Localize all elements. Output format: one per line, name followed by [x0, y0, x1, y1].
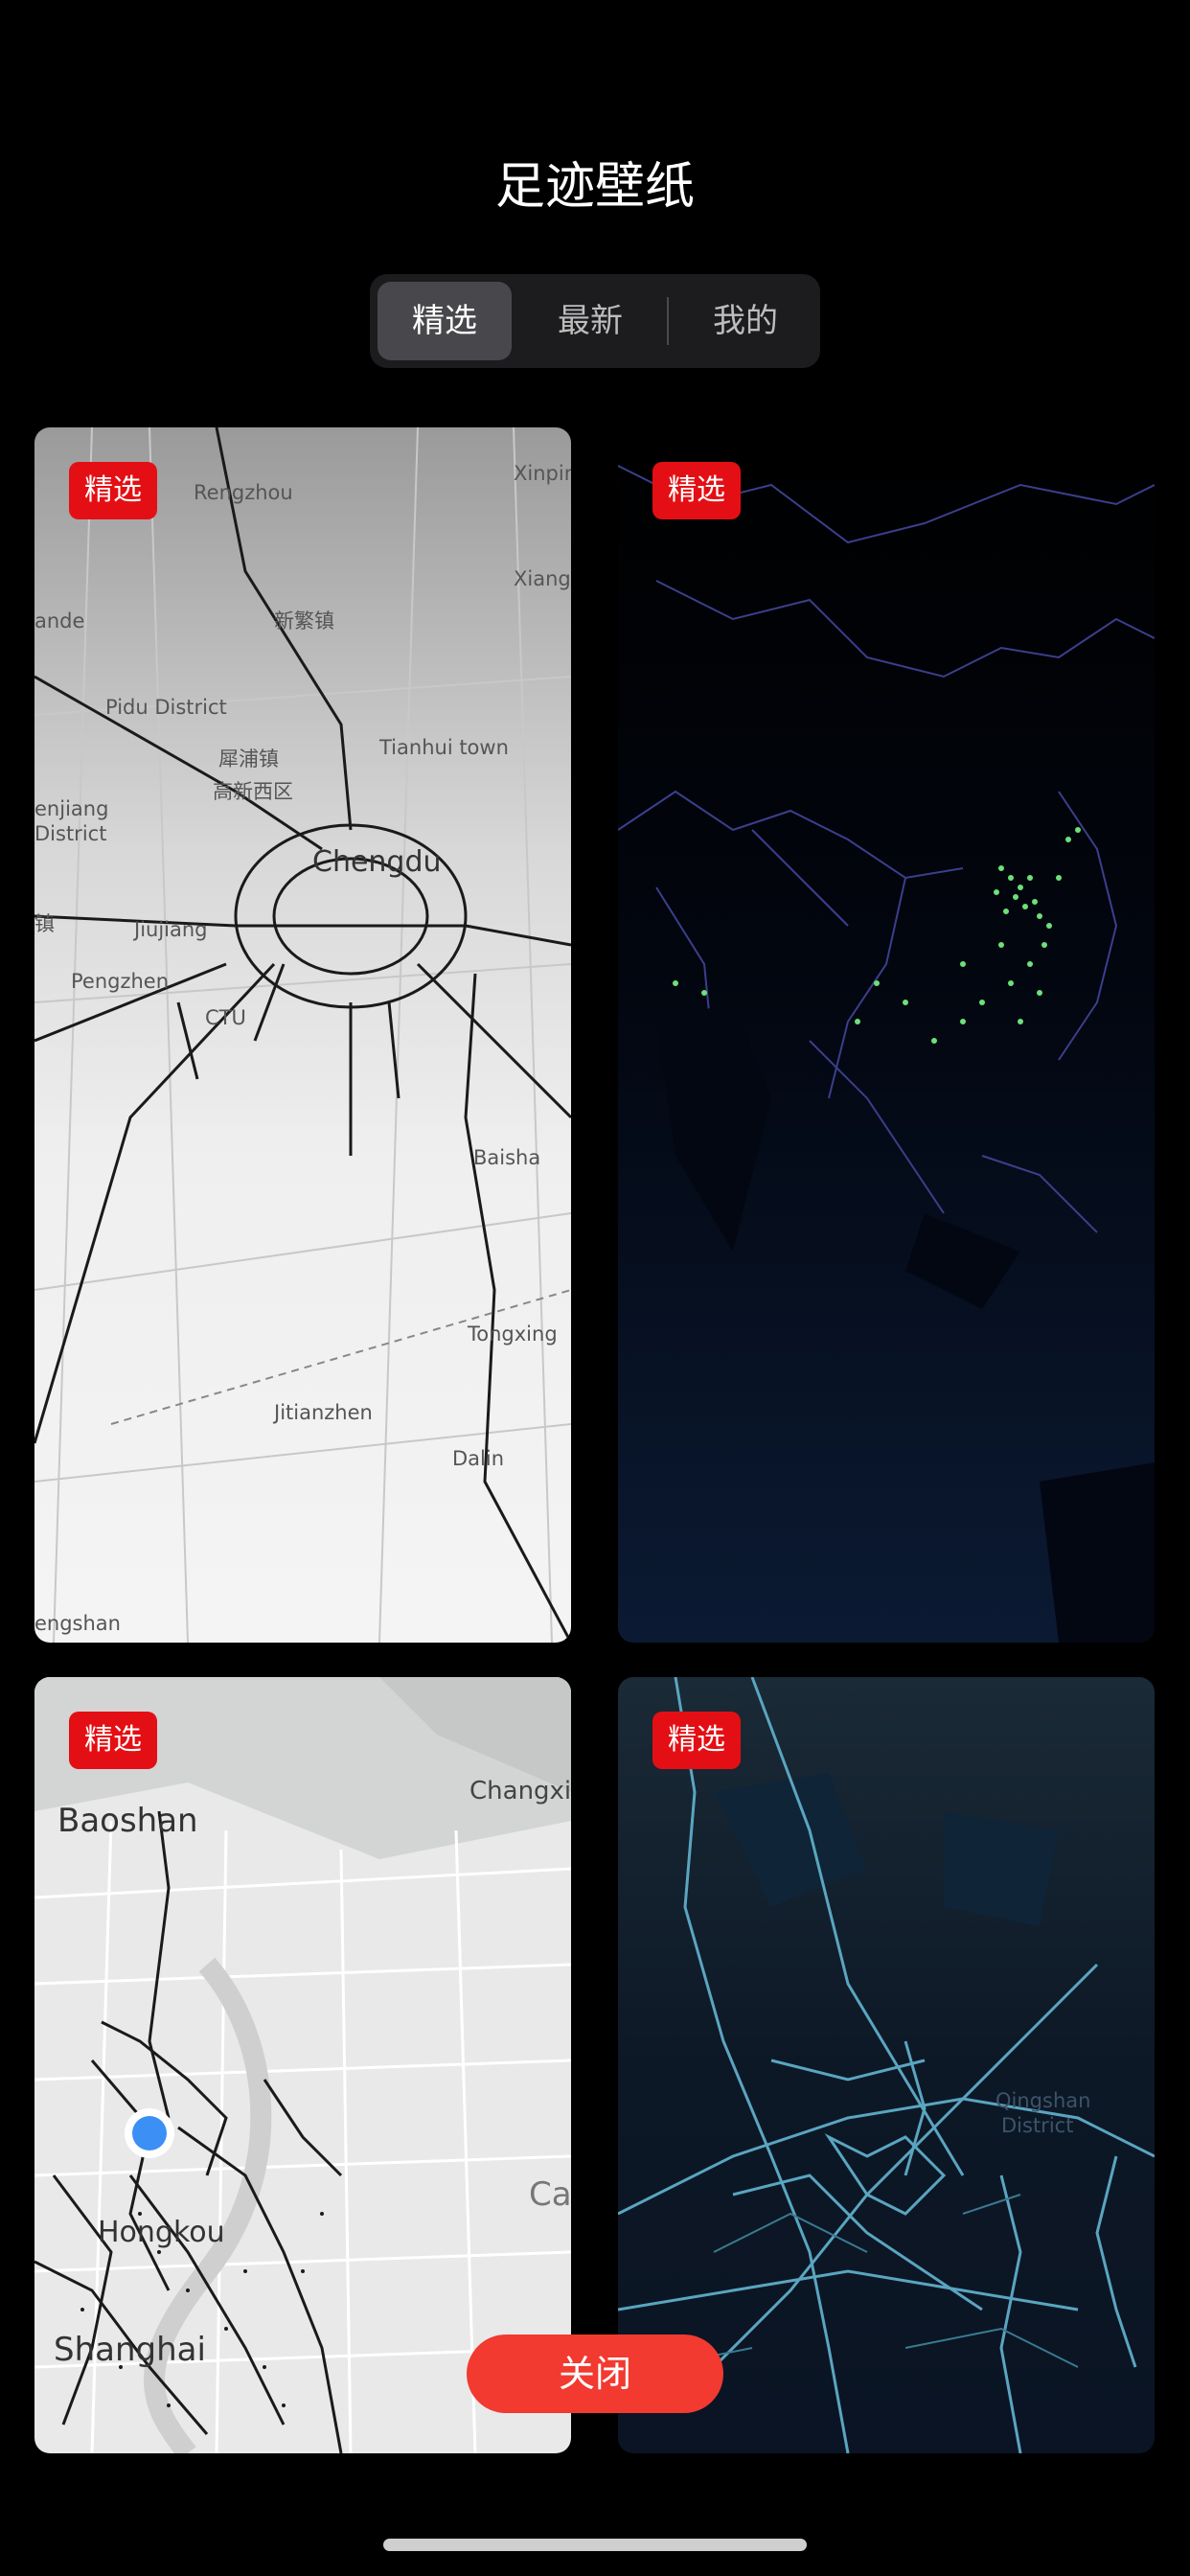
tab-latest[interactable]: 最新: [523, 282, 657, 360]
map-label: Pengzhen: [71, 970, 170, 993]
close-button[interactable]: 关闭: [467, 2334, 723, 2413]
map-label: Qingshan: [995, 2089, 1091, 2112]
featured-badge: 精选: [69, 1712, 157, 1769]
map-label: Chengdu: [312, 845, 442, 879]
map-label: Rengzhou: [194, 481, 293, 504]
wallpaper-card-chengdu[interactable]: 精选 Rengzhou Xinpin Xiangy 新繁镇 ande Pidu …: [34, 427, 571, 1643]
map-label: 高新西区: [213, 780, 293, 803]
map-label: Tianhui town: [379, 736, 509, 759]
map-label: CTU: [205, 1006, 246, 1029]
segmented-control: 精选 最新 我的: [370, 274, 820, 368]
map-label: District: [1001, 2114, 1074, 2137]
map-label: Jitianzhen: [274, 1401, 373, 1424]
map-label: Dalin: [452, 1447, 505, 1470]
map-label: Jiujiang: [134, 918, 208, 941]
asia-map-image: [618, 427, 1155, 1643]
map-label: Shanghai: [54, 2331, 206, 2369]
map-label: Baisha: [473, 1146, 541, 1169]
map-label: 犀浦镇: [218, 748, 279, 770]
map-label: ande: [34, 610, 85, 632]
map-label: Ca: [529, 2175, 571, 2214]
map-label: District: [34, 822, 107, 845]
segment-divider: [667, 297, 669, 345]
location-dot: [132, 2116, 167, 2150]
map-label: Tongxing: [468, 1322, 558, 1346]
wallpaper-card-asia[interactable]: 精选: [618, 427, 1155, 1643]
map-label: 镇: [34, 912, 55, 935]
map-label: Hongkou: [98, 2216, 225, 2249]
map-label: engshan: [34, 1612, 121, 1635]
map-label: 新繁镇: [274, 610, 334, 632]
map-label: Xinpin: [514, 462, 571, 485]
map-label: Changxi: [469, 1777, 571, 1806]
featured-badge: 精选: [69, 462, 157, 519]
featured-badge: 精选: [652, 462, 741, 519]
map-label: Pidu District: [105, 696, 227, 719]
home-indicator[interactable]: [383, 2539, 807, 2551]
map-label: enjiang: [34, 797, 109, 820]
tab-featured[interactable]: 精选: [378, 282, 512, 360]
page-title: 足迹壁纸: [494, 158, 695, 216]
tab-mine[interactable]: 我的: [678, 282, 812, 360]
map-label: Baoshan: [57, 1802, 198, 1840]
map-label: Xiangy: [514, 567, 571, 590]
featured-badge: 精选: [652, 1712, 741, 1769]
